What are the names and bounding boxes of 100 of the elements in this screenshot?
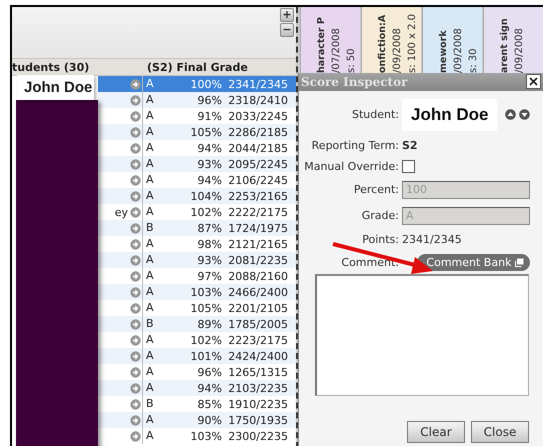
points-cell-text: 2424/2400 xyxy=(227,350,288,362)
points-cell-text: 1750/1935 xyxy=(227,414,288,426)
assignment-detail: /07/2008 xyxy=(330,27,343,73)
assignment-title: arent sign xyxy=(498,17,511,73)
assignment-column-header[interactable]: haracter P /07/2008 s: 50 xyxy=(300,7,360,73)
student-row[interactable]: A 93% 2095/2245 xyxy=(98,156,296,172)
arrow-circle-icon[interactable] xyxy=(130,238,140,250)
student-row[interactable]: A 100% 2341/2345 xyxy=(98,76,296,92)
arrow-circle-icon[interactable] xyxy=(130,270,140,282)
percent-cell-text: 96% xyxy=(196,366,222,378)
arrow-circle-icon[interactable] xyxy=(130,302,140,314)
student-row[interactable]: A 101% 2424/2400 xyxy=(98,348,296,364)
points-cell-text: 2103/2235 xyxy=(227,382,288,394)
student-row[interactable]: B 87% 1724/1975 xyxy=(98,220,296,236)
column-header[interactable]: (S2) Final Grade xyxy=(142,60,248,74)
points-cell-text: 2300/2235 xyxy=(227,430,288,442)
points-cell-text: 2466/2400 xyxy=(227,286,288,298)
arrow-circle-icon[interactable] xyxy=(130,350,140,362)
assignment-detail: s: 30 xyxy=(467,48,480,73)
points-cell-text: 2081/2235 xyxy=(227,254,288,266)
percent-cell-text: 94% xyxy=(196,382,222,394)
arrow-circle-icon[interactable] xyxy=(130,382,140,394)
assignment-detail: /09/2008 xyxy=(452,27,465,73)
grade-cell: A xyxy=(142,428,172,444)
arrow-circle-icon[interactable] xyxy=(130,174,140,186)
percent-cell-text: 93% xyxy=(196,254,222,266)
close-button[interactable]: Close xyxy=(471,420,529,443)
student-row[interactable]: B 89% 1785/2005 xyxy=(98,316,296,332)
field-label: Student: xyxy=(350,108,399,122)
percent-cell-text: 94% xyxy=(196,142,222,154)
student-name: John Doe xyxy=(402,98,498,131)
points-cell-text: 2201/2105 xyxy=(227,302,288,314)
points-cell-text: 2106/2245 xyxy=(227,174,288,186)
assignment-column-header[interactable]: arent sign /09/2008 xyxy=(483,7,543,73)
arrow-circle-icon[interactable] xyxy=(130,110,140,122)
points-value: 2341/2345 xyxy=(402,232,463,246)
student-name: ey xyxy=(114,206,128,218)
arrow-circle-icon[interactable] xyxy=(130,414,140,426)
comment-bank-button[interactable]: Comment Bank xyxy=(417,254,530,271)
points-cell-text: 2088/2160 xyxy=(227,270,288,282)
field-label: Points: xyxy=(361,232,399,246)
arrow-circle-icon[interactable] xyxy=(130,254,140,266)
clear-button[interactable]: Clear xyxy=(407,420,465,443)
student-row[interactable]: A 94% 2103/2235 xyxy=(98,380,296,396)
assignment-column-header[interactable]: mework /09/2008 s: 30 xyxy=(422,7,482,73)
arrow-circle-icon[interactable] xyxy=(130,142,140,154)
arrow-circle-icon[interactable] xyxy=(130,206,140,218)
percent-cell-text: 93% xyxy=(196,158,222,170)
percent-cell-text: 103% xyxy=(190,430,222,442)
comment-field[interactable] xyxy=(315,274,529,396)
student-row[interactable]: A 103% 2466/2400 xyxy=(98,284,296,300)
assignment-detail: s: 50 xyxy=(345,48,358,73)
student-row[interactable]: A 104% 2253/2165 xyxy=(98,188,296,204)
student-row[interactable]: A 105% 2286/2185 xyxy=(98,124,296,140)
column-header[interactable]: tudents (30) xyxy=(12,60,142,74)
arrow-circle-icon[interactable] xyxy=(130,334,140,346)
points-cell-text: 1724/1975 xyxy=(227,222,288,234)
percent-cell-text: 85% xyxy=(196,398,222,410)
arrow-circle-icon[interactable] xyxy=(130,430,140,442)
points-cell-text: 2286/2185 xyxy=(227,126,288,138)
arrow-circle-icon[interactable] xyxy=(130,318,140,330)
percent-cell-text: 96% xyxy=(196,94,222,106)
field-label: Reporting Term: xyxy=(310,138,399,152)
arrow-circle-icon[interactable] xyxy=(130,94,140,106)
percent-cell-text: 98% xyxy=(196,238,222,250)
student-row[interactable]: A 93% 2081/2235 xyxy=(98,252,296,268)
percent-cell-text: 91% xyxy=(196,110,222,122)
field-label: Comment: xyxy=(340,256,399,269)
name-label: John Doe xyxy=(17,75,94,100)
arrow-circle-icon[interactable] xyxy=(130,158,140,170)
percent-cell-text: 100% xyxy=(190,78,222,90)
field-label: Grade: xyxy=(360,209,399,222)
points-cell-text: 2223/2175 xyxy=(227,334,288,346)
arrow-circle-icon[interactable] xyxy=(130,190,140,202)
percent-cell-text: 87% xyxy=(196,222,222,234)
zoom-in-button[interactable]: + xyxy=(280,8,294,22)
arrow-circle-icon[interactable] xyxy=(130,126,140,138)
field-label: Percent: xyxy=(352,183,399,196)
points-cell-text: 2033/2245 xyxy=(227,110,288,122)
arrow-circle-icon[interactable] xyxy=(130,398,140,410)
points-cell-text: 2044/2185 xyxy=(227,142,288,154)
student-row[interactable]: A 96% 2318/2410 xyxy=(98,92,296,108)
arrow-circle-icon[interactable] xyxy=(130,366,140,378)
assignment-detail: /09/2008 xyxy=(513,27,526,73)
student-row[interactable]: A 90% 1750/1935 xyxy=(98,412,296,428)
arrow-circle-icon[interactable] xyxy=(130,286,140,298)
points-cell-text: 1785/2005 xyxy=(227,318,288,330)
assignment-column-header[interactable]: onfiction:A /09/2008 s: 100 x 2.0 xyxy=(361,7,421,73)
override-checkbox[interactable] xyxy=(402,160,415,173)
assignment-title: mework xyxy=(437,29,450,73)
percent-cell-text: 104% xyxy=(190,190,222,202)
arrow-circle-icon[interactable] xyxy=(130,222,140,234)
percent-cell-text: 97% xyxy=(196,270,222,282)
popout-icon xyxy=(515,258,524,267)
arrow-circle-icon[interactable] xyxy=(130,78,140,90)
percent-cell-text: 102% xyxy=(190,334,222,346)
close-icon[interactable] xyxy=(526,74,541,90)
points-cell-text: 1910/2235 xyxy=(227,398,288,410)
percent-cell-text: 94% xyxy=(196,174,222,186)
zoom-out-button[interactable]: − xyxy=(280,23,294,37)
